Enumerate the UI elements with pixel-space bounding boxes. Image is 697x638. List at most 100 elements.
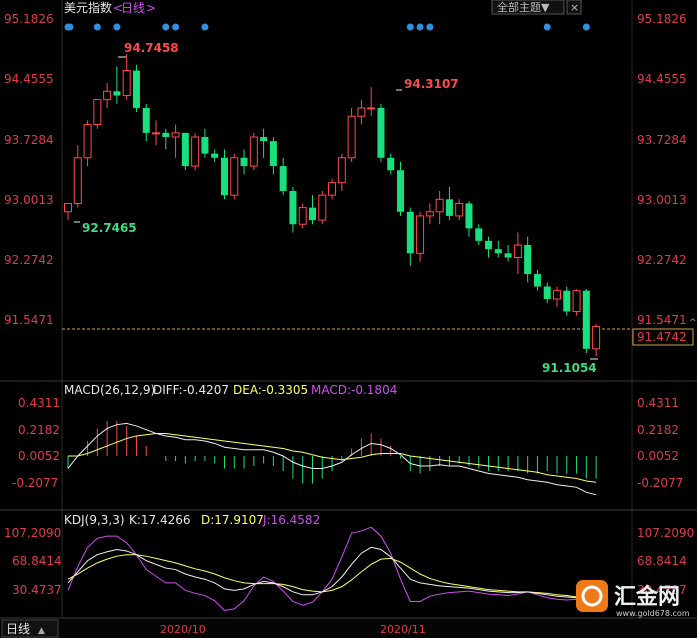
- event-marker[interactable]: [66, 23, 74, 31]
- candle-body: [152, 132, 161, 135]
- event-marker[interactable]: [201, 23, 209, 31]
- candle-body: [64, 202, 72, 213]
- candle-body: [298, 207, 307, 225]
- candle-body: [445, 199, 453, 216]
- candle-body: [113, 91, 121, 96]
- price-annotations: 94.7458 94.3107 92.7465 91.1054: [74, 41, 598, 375]
- price-tick-label: 91.5471: [637, 313, 687, 327]
- chart-canvas: 美元指数 < 日线 > 全部主题▼ × 95.1826 94.4555 93.7…: [0, 0, 697, 638]
- bottom-period-label[interactable]: 日线: [6, 622, 30, 636]
- candle-body: [309, 207, 316, 221]
- bottom-period-arrow[interactable]: ▲: [38, 626, 45, 636]
- macd-tick-label: 0.0052: [18, 449, 60, 463]
- event-marker[interactable]: [172, 23, 180, 31]
- event-marker[interactable]: [416, 23, 424, 31]
- candle-body: [563, 290, 571, 312]
- price-tick-label: 95.1826: [637, 12, 687, 26]
- candle-body: [533, 274, 541, 287]
- price-tick-label: 94.4555: [637, 72, 687, 86]
- candle-body: [455, 202, 464, 217]
- kdj-legend: KDJ(9,3,3) K:17.4266 D:17.9107 J:16.4582: [64, 513, 320, 527]
- kdj-d-label: D:17.9107: [201, 513, 264, 527]
- event-marker[interactable]: [93, 23, 101, 31]
- kdj-tick-label: 68.8414: [637, 554, 687, 568]
- candle-body: [289, 191, 297, 225]
- candle-body: [240, 157, 248, 167]
- period-close: >: [146, 1, 156, 15]
- candle-body: [337, 157, 346, 184]
- candle-body: [279, 166, 287, 192]
- candle-body: [425, 211, 434, 217]
- theme-button[interactable]: 全部主题▼: [497, 0, 550, 14]
- macd-tick-label: 0.2182: [637, 423, 679, 437]
- watermark-brand: 汇金网: [614, 584, 680, 610]
- candle-body: [83, 124, 92, 159]
- macd-tick-label: -0.2077: [637, 476, 683, 490]
- candle-body: [513, 244, 522, 258]
- candle-body: [171, 132, 180, 138]
- candle-body: [572, 290, 581, 312]
- candle-body: [142, 107, 150, 133]
- candle-body: [122, 70, 131, 96]
- time-label-oct: 2020/10: [160, 623, 206, 636]
- macd-tick-label: 0.2182: [18, 423, 60, 437]
- event-marker[interactable]: [113, 23, 121, 31]
- event-marker[interactable]: [582, 23, 590, 31]
- close-icon[interactable]: ×: [570, 1, 579, 14]
- kdj-tick-label: 107.2090: [637, 526, 694, 540]
- low-right-annotation: 91.1054: [542, 361, 597, 375]
- kdj-tick-label: 107.2090: [4, 526, 61, 540]
- candle-body: [162, 132, 170, 138]
- candle-body: [494, 249, 502, 254]
- time-axis-bar: [0, 619, 697, 638]
- price-tick-label: 92.2742: [637, 253, 687, 267]
- candle-body: [416, 215, 425, 254]
- macd-value-label: MACD:-0.1804: [311, 383, 397, 397]
- current-price-label: 91.4742: [637, 330, 687, 344]
- candle-body: [328, 182, 337, 196]
- watermark-url: www.gold678.com: [616, 609, 690, 618]
- candle-body: [485, 240, 493, 250]
- candle-body: [387, 157, 395, 171]
- macd-tick-label: 0.4311: [18, 396, 60, 410]
- candle-body: [132, 70, 140, 108]
- candle-body: [230, 157, 239, 196]
- high-annotation: 94.7458: [124, 41, 179, 55]
- candle-body: [406, 211, 414, 254]
- candle-body: [269, 141, 277, 167]
- macd-dea-label: DEA:-0.3305: [233, 383, 308, 397]
- price-tick-label: 93.7284: [4, 133, 54, 147]
- candle-body: [367, 107, 376, 110]
- price-tick-label: 92.2742: [4, 253, 54, 267]
- event-marker[interactable]: [543, 23, 551, 31]
- event-markers[interactable]: [64, 23, 590, 31]
- event-marker[interactable]: [162, 23, 170, 31]
- candle-body: [465, 203, 473, 229]
- macd-title: MACD(26,12,9): [64, 383, 155, 397]
- macd-tick-label: 0.0052: [637, 449, 679, 463]
- event-marker[interactable]: [406, 23, 414, 31]
- macd-axis: 0.4311 0.2182 0.0052 -0.2077 0.4311 0.21…: [12, 396, 683, 490]
- kdj-k-line: [67, 546, 597, 601]
- candle-body: [211, 153, 219, 158]
- period-label[interactable]: 日线: [121, 1, 145, 15]
- chart-title: 美元指数: [64, 0, 112, 15]
- candle-body: [318, 194, 327, 221]
- kdj-j-line: [67, 526, 597, 611]
- candlestick-series: [64, 53, 601, 357]
- candle-body: [249, 136, 258, 167]
- event-marker[interactable]: [426, 23, 434, 31]
- kdj-j-label: J:16.4582: [262, 513, 320, 527]
- candle-body: [260, 137, 268, 142]
- candle-body: [592, 325, 601, 350]
- candle-body: [582, 290, 590, 349]
- macd-tick-label: 0.4311: [637, 396, 679, 410]
- candle-body: [93, 99, 102, 126]
- price-axis-left: 95.1826 94.4555 93.7284 93.0013 92.2742 …: [4, 12, 54, 327]
- candle-body: [191, 136, 200, 167]
- candle-body: [220, 157, 228, 196]
- candle-body: [103, 90, 112, 101]
- watermark: 汇金网 www.gold678.com: [576, 580, 690, 618]
- price-tick-label: 93.0013: [637, 193, 687, 207]
- current-price-arrow: ^: [689, 318, 697, 328]
